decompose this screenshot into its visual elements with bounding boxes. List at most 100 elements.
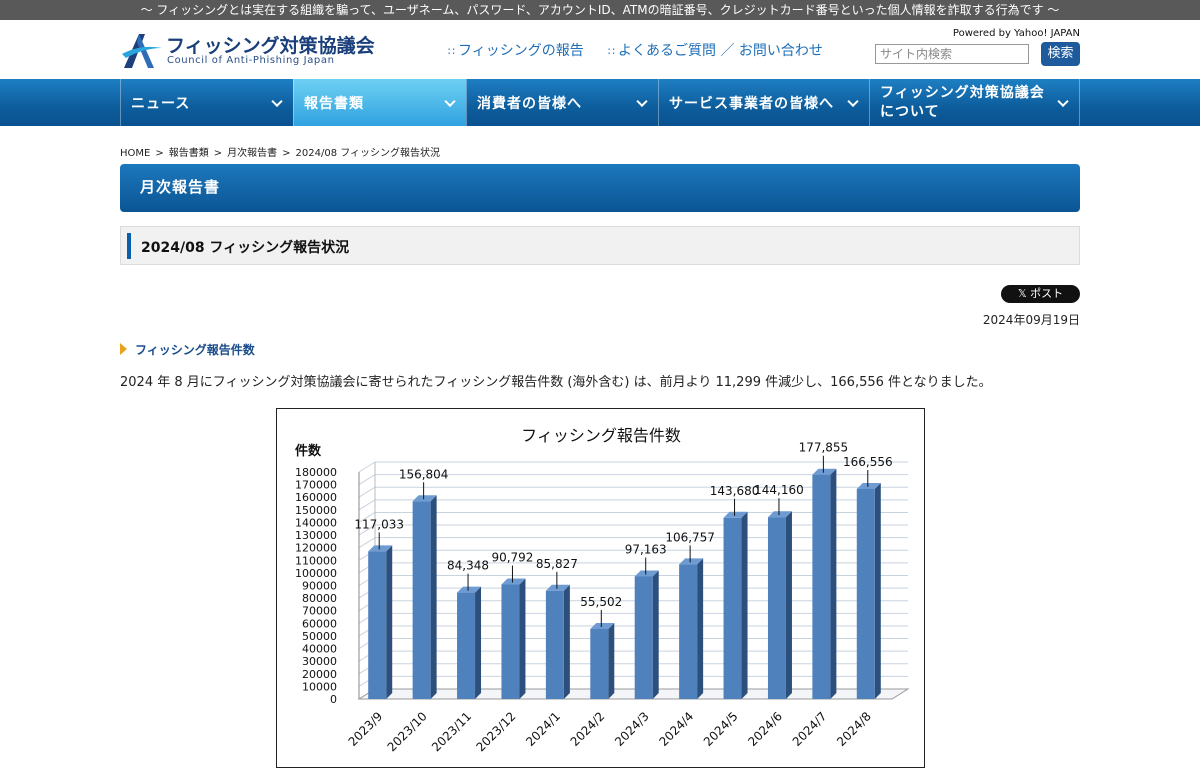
- bar: [457, 592, 476, 699]
- chart-title: フィッシング報告件数: [521, 426, 681, 445]
- logo-subtitle: Council of Anti-Phishing Japan: [167, 55, 335, 66]
- data-label: 106,757: [665, 530, 715, 544]
- chevron-down-icon: [444, 95, 456, 107]
- site-search-input[interactable]: [875, 44, 1029, 64]
- bar: [545, 590, 564, 699]
- breadcrumb-separator: >: [213, 148, 223, 159]
- main-nav: ニュース 報告書類 消費者の皆様へ サービス事業者の皆様へ フィッシング対策協議…: [0, 79, 1200, 126]
- nav-item-service-providers[interactable]: サービス事業者の皆様へ: [658, 79, 869, 126]
- breadcrumb-home[interactable]: HOME: [120, 148, 150, 159]
- x-tick-label: 2024/3: [612, 709, 652, 749]
- nav-item-about[interactable]: フィッシング対策協議会 について: [869, 79, 1080, 126]
- bar: [634, 576, 653, 699]
- report-count-chart: フィッシング報告件数件数 0 10000 20000 30000 40000 50000 60…: [276, 408, 925, 768]
- bullet-icon: ∷: [448, 45, 455, 58]
- nav-item-reports[interactable]: 報告書類: [293, 79, 466, 126]
- bar: [812, 474, 831, 699]
- summary-text: 2024 年 8 月にフィッシング対策協議会に寄せられたフィッシング報告件数 (…: [120, 375, 992, 390]
- x-tick-label: 2024/8: [834, 709, 874, 749]
- y-tick-label: 160000: [295, 491, 337, 504]
- x-post-button[interactable]: 𝕏 ポスト: [1001, 285, 1080, 303]
- bar-side: [430, 495, 437, 699]
- y-tick-label: 0: [330, 693, 337, 706]
- y-tick-label: 170000: [295, 479, 337, 492]
- data-label: 85,827: [536, 557, 578, 571]
- y-tick-label: 180000: [295, 466, 337, 479]
- gridline-depth: [358, 499, 376, 511]
- data-label: 177,855: [799, 441, 849, 455]
- nav-item-label-line2: について: [880, 103, 940, 120]
- top-banner: ～ フィッシングとは実在する組織を騙って、ユーザネーム、パスワード、アカウントI…: [0, 0, 1200, 20]
- y-tick-label: 90000: [302, 580, 337, 593]
- chevron-down-icon: [1057, 95, 1069, 107]
- logo-title: フィッシング対策協議会: [166, 35, 375, 57]
- nav-item-label: サービス事業者の皆様へ: [669, 95, 834, 112]
- chevron-down-icon: [636, 95, 648, 107]
- data-label: 156,804: [399, 467, 449, 481]
- y-tick-label: 70000: [302, 605, 337, 618]
- phishing-report-link[interactable]: ∷ フィッシングの報告: [448, 40, 584, 60]
- data-label: 55,502: [580, 595, 622, 609]
- page-title-box: 2024/08 フィッシング報告状況: [120, 226, 1080, 265]
- gridline-depth: [358, 537, 376, 549]
- title-accent-bar: [127, 233, 131, 259]
- bullet-icon: ∷: [608, 45, 615, 58]
- sub-heading: フィッシング報告件数: [120, 341, 255, 358]
- bar-side: [741, 511, 748, 699]
- bar-side: [563, 584, 570, 699]
- chevron-down-icon: [847, 95, 859, 107]
- data-label: 117,033: [354, 517, 404, 531]
- nav-item-label-line1: フィッシング対策協議会: [880, 84, 1045, 101]
- breadcrumb-current: 2024/08 フィッシング報告状況: [295, 148, 441, 159]
- search-button[interactable]: 検索: [1041, 42, 1080, 66]
- bar-side: [608, 623, 615, 699]
- bar-side: [475, 586, 482, 699]
- x-tick-label: 2023/9: [346, 709, 386, 749]
- chart-ylabel: 件数: [295, 443, 322, 459]
- nav-item-label: フィッシング対策協議会 について: [880, 84, 1045, 122]
- chevron-down-icon: [271, 95, 283, 107]
- y-tick-label: 80000: [302, 592, 337, 605]
- nav-item-consumers[interactable]: 消費者の皆様へ: [466, 79, 658, 126]
- bar-side: [652, 570, 659, 699]
- nav-item-label: ニュース: [131, 95, 191, 112]
- bar-side: [697, 558, 704, 699]
- data-label: 166,556: [843, 455, 893, 469]
- powered-by-text: Powered by Yahoo! JAPAN: [952, 28, 1080, 39]
- bar: [679, 564, 698, 699]
- publish-date: 2024年09月19日: [982, 313, 1080, 327]
- sub-heading-text: フィッシング報告件数: [135, 343, 255, 357]
- faq-contact-link-label: よくあるご質問 ／ お問い合わせ: [618, 43, 823, 59]
- gridline-depth: [358, 486, 376, 498]
- y-tick-label: 10000: [302, 680, 337, 693]
- y-tick-label: 40000: [302, 643, 337, 656]
- gridline-depth: [358, 461, 376, 473]
- breadcrumb-separator: >: [282, 148, 291, 159]
- breadcrumb-monthly[interactable]: 月次報告書: [227, 148, 277, 159]
- site-logo[interactable]: フィッシング対策協議会 Council of Anti-Phishing Jap…: [120, 30, 375, 70]
- data-label: 97,163: [625, 542, 667, 556]
- x-tick-label: 2023/12: [473, 709, 518, 754]
- y-tick-label: 60000: [302, 617, 337, 630]
- y-tick-label: 30000: [302, 655, 337, 668]
- y-tick-label: 100000: [295, 567, 337, 580]
- bar-side: [830, 468, 837, 699]
- page-title: 2024/08 フィッシング報告状況: [141, 240, 350, 256]
- data-label: 144,160: [754, 483, 804, 497]
- x-tick-label: 2024/2: [568, 709, 608, 749]
- bar-side: [874, 482, 881, 699]
- gridline-depth: [358, 474, 376, 486]
- nav-item-news[interactable]: ニュース: [120, 79, 293, 126]
- bar: [856, 488, 875, 699]
- breadcrumb-reports[interactable]: 報告書類: [169, 148, 209, 159]
- y-tick-label: 50000: [302, 630, 337, 643]
- x-tick-label: 2024/5: [701, 709, 741, 749]
- nav-item-label: 報告書類: [304, 95, 364, 112]
- x-tick-label: 2024/4: [656, 709, 696, 749]
- section-title: 月次報告書: [120, 164, 1080, 212]
- faq-contact-link[interactable]: ∷ よくあるご質問 ／ お問い合わせ: [608, 40, 823, 60]
- x-tick-label: 2023/11: [429, 709, 474, 754]
- y-tick-label: 20000: [302, 668, 337, 681]
- y-tick-label: 110000: [295, 554, 337, 567]
- bar-side: [386, 545, 393, 699]
